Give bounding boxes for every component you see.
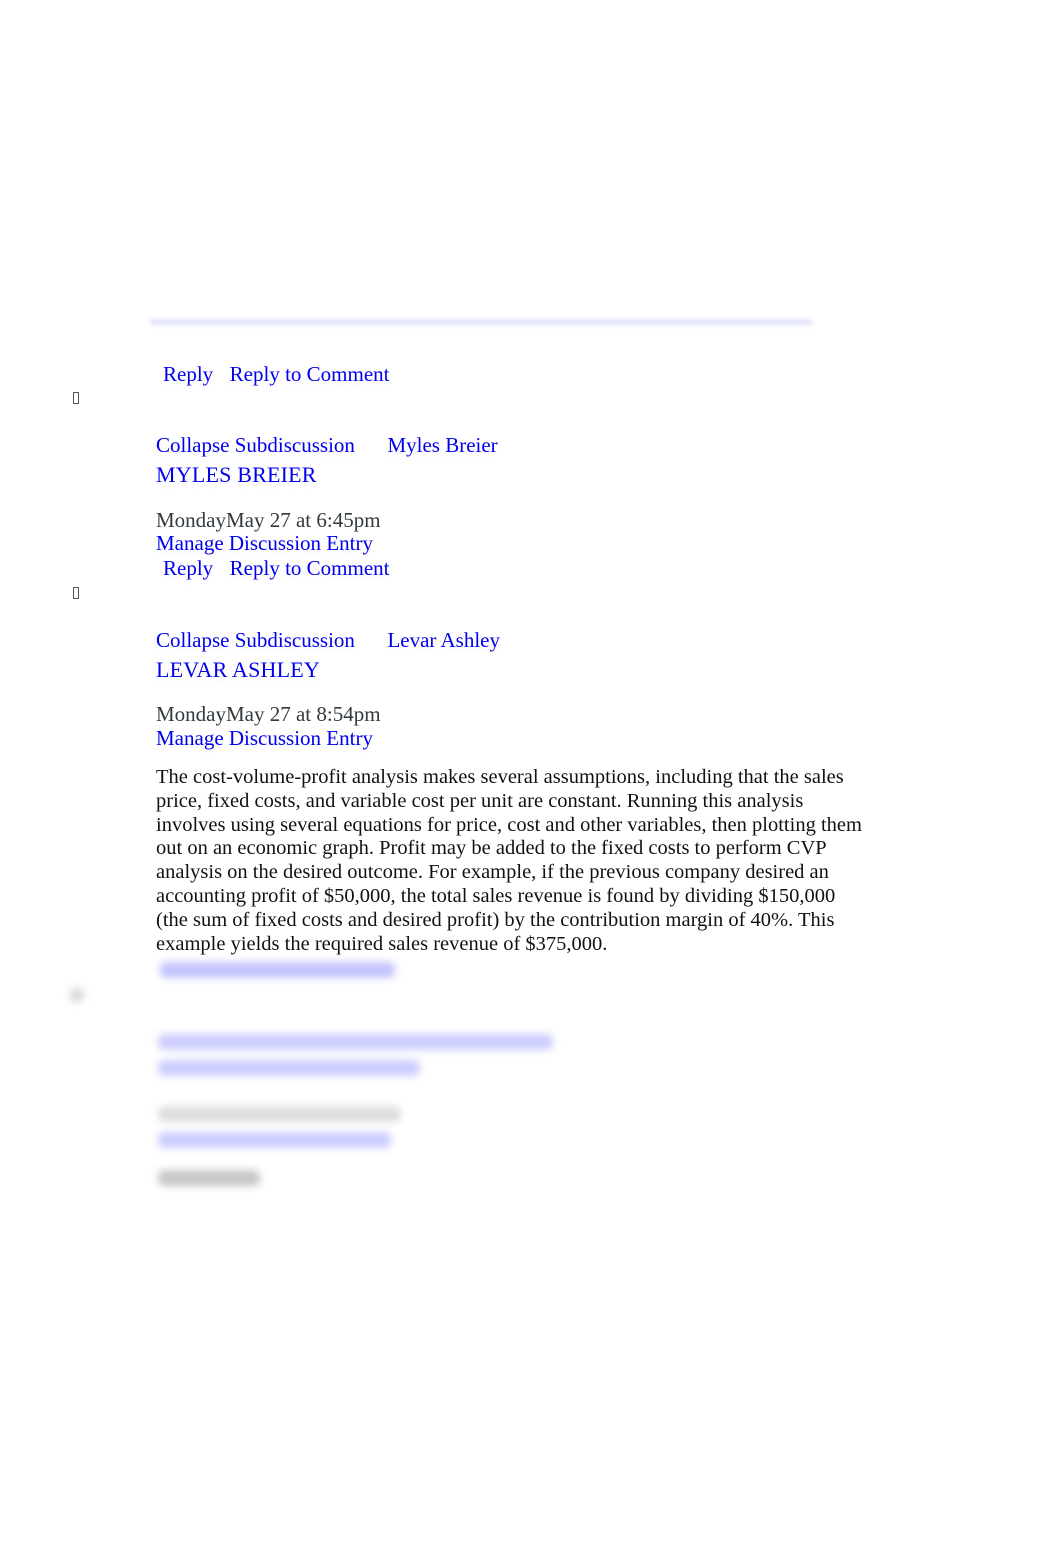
reply-link[interactable]: Reply: [163, 362, 213, 386]
obscured-content-top: [150, 318, 812, 326]
author-heading[interactable]: MYLES BREIER: [156, 462, 317, 487]
manage-discussion-entry-link[interactable]: Manage Discussion Entry: [156, 726, 373, 750]
reply-to-comment-link[interactable]: Reply to Comment: [230, 362, 390, 386]
manage-discussion-entry-link[interactable]: Manage Discussion Entry: [156, 531, 373, 555]
obscured-reply-actions: [160, 962, 395, 978]
collapse-subdiscussion-link[interactable]: Collapse Subdiscussion: [156, 628, 355, 652]
entry-reply-actions: Reply Reply to Comment: [163, 556, 390, 580]
entry-header-links: Collapse Subdiscussion Myles Breier: [156, 433, 498, 457]
obscured-header-links: [158, 1034, 553, 1050]
collapse-subdiscussion-link[interactable]: Collapse Subdiscussion: [156, 433, 355, 457]
obscured-author-heading: [158, 1060, 420, 1076]
obscured-body-text: [158, 1170, 260, 1186]
expand-toggle-icon[interactable]: [73, 587, 79, 599]
obscured-toggle-icon: [70, 988, 84, 1002]
author-link[interactable]: Myles Breier: [387, 433, 497, 457]
obscured-timestamp: [158, 1106, 401, 1122]
entry-timestamp: MondayMay 27 at 8:54pm: [156, 702, 381, 726]
author-link[interactable]: Levar Ashley: [387, 628, 500, 652]
reply-to-comment-link[interactable]: Reply to Comment: [230, 556, 390, 580]
entry-header-links: Collapse Subdiscussion Levar Ashley: [156, 628, 500, 652]
entry-timestamp: MondayMay 27 at 6:45pm: [156, 508, 381, 532]
entry-body: The cost-volume-profit analysis makes se…: [156, 766, 862, 955]
obscured-manage-link: [158, 1132, 391, 1148]
author-heading[interactable]: LEVAR ASHLEY: [156, 657, 320, 682]
expand-toggle-icon[interactable]: [73, 392, 79, 404]
reply-link[interactable]: Reply: [163, 556, 213, 580]
top-entry-reply-actions: Reply Reply to Comment: [163, 362, 390, 386]
